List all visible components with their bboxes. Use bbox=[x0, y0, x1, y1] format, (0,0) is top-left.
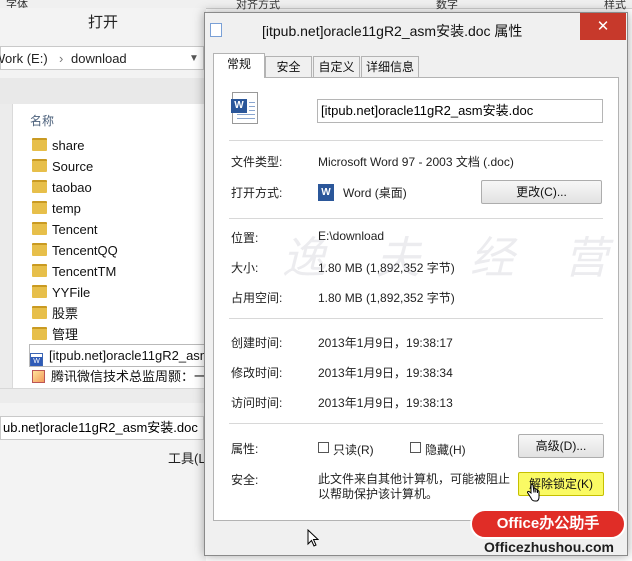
folder-icon bbox=[32, 327, 47, 340]
list-item[interactable]: temp bbox=[32, 198, 81, 219]
toolbar-strip bbox=[0, 78, 206, 104]
path-folder[interactable]: download bbox=[71, 51, 127, 66]
readonly-checkbox[interactable] bbox=[318, 442, 329, 453]
tab-general[interactable]: 常规 bbox=[213, 53, 265, 78]
path-drive[interactable]: Work (E:) bbox=[0, 51, 48, 66]
created-value: 2013年1月9日，19:38:17 bbox=[318, 336, 453, 350]
close-button[interactable]: ✕ bbox=[580, 13, 626, 40]
tab-details[interactable]: 详细信息 bbox=[361, 56, 419, 77]
divider bbox=[229, 140, 603, 141]
ribbon-group-label: 数字 bbox=[436, 0, 458, 11]
folder-icon bbox=[32, 138, 47, 151]
list-item[interactable]: 腾讯微信技术总监周颢：一亿 bbox=[32, 366, 206, 387]
security-text: 以帮助保护该计算机。 bbox=[318, 487, 439, 501]
word-doc-icon: W bbox=[30, 353, 43, 366]
filename-input[interactable]: ub.net]oracle11gR2_asm安装.doc bbox=[0, 416, 204, 440]
address-bar[interactable]: Work (E:) › download ▼ bbox=[0, 46, 204, 70]
divider bbox=[229, 218, 603, 219]
image-file-icon bbox=[32, 370, 45, 383]
attributes-label: 属性: bbox=[231, 442, 259, 456]
list-item-selected[interactable]: W[itpub.net]oracle11gR2_asm安装.doc bbox=[29, 344, 207, 367]
horizontal-scrollbar[interactable] bbox=[0, 388, 206, 403]
nav-pane-scrollbar[interactable] bbox=[0, 104, 13, 400]
location-label: 位置: bbox=[231, 231, 259, 245]
hand-cursor-icon bbox=[526, 484, 540, 502]
file-type-value: Microsoft Word 97 - 2003 文档 (.doc) bbox=[318, 155, 514, 169]
divider bbox=[229, 318, 603, 319]
tab-custom[interactable]: 自定义 bbox=[313, 56, 360, 77]
size-on-disk-label: 占用空间: bbox=[231, 291, 283, 305]
size-label: 大小: bbox=[231, 261, 259, 275]
modified-value: 2013年1月9日，19:38:34 bbox=[318, 366, 453, 380]
size-on-disk-value: 1.80 MB (1,892,352 字节) bbox=[318, 291, 455, 305]
file-type-label: 文件类型: bbox=[231, 155, 283, 169]
logo-url: Officezhushou.com bbox=[484, 539, 614, 555]
list-item[interactable]: taobao bbox=[32, 177, 92, 198]
folder-icon bbox=[32, 180, 47, 193]
dialog-title: [itpub.net]oracle11gR2_asm安装.doc 属性 bbox=[262, 23, 523, 39]
word-doc-icon: W bbox=[231, 92, 258, 124]
security-label: 安全: bbox=[231, 473, 259, 487]
open-dialog-title: 打开 bbox=[87, 14, 118, 31]
modified-label: 修改时间: bbox=[231, 366, 283, 380]
folder-icon bbox=[32, 306, 47, 319]
document-icon bbox=[210, 23, 222, 37]
divider bbox=[229, 423, 603, 424]
accessed-label: 访问时间: bbox=[231, 396, 283, 410]
chevron-down-icon[interactable]: ▼ bbox=[189, 53, 199, 64]
word-app-icon: W bbox=[318, 184, 334, 201]
created-label: 创建时间: bbox=[231, 336, 283, 350]
list-item[interactable]: Source bbox=[32, 156, 93, 177]
list-item[interactable]: TencentTM bbox=[32, 261, 116, 282]
list-item[interactable]: YYFile bbox=[32, 282, 90, 303]
arrow-cursor-icon bbox=[307, 529, 319, 547]
folder-icon bbox=[32, 222, 47, 235]
hidden-checkbox[interactable] bbox=[410, 442, 421, 453]
folder-icon bbox=[32, 264, 47, 277]
change-button[interactable]: 更改(C)... bbox=[481, 180, 602, 204]
ribbon-group-label: 样式 bbox=[604, 0, 626, 11]
list-item[interactable]: Tencent bbox=[32, 219, 98, 240]
folder-icon bbox=[32, 285, 47, 298]
list-item[interactable]: share bbox=[32, 135, 85, 156]
list-item[interactable]: TencentQQ bbox=[32, 240, 118, 261]
watermark: 逸 夫 经 营 bbox=[282, 233, 626, 284]
path-separator-icon: › bbox=[59, 51, 64, 66]
ribbon-group-label: 对齐方式 bbox=[236, 0, 280, 11]
tab-security[interactable]: 安全 bbox=[265, 56, 312, 77]
opens-with-label: 打开方式: bbox=[231, 186, 283, 200]
opens-with-value: Word (桌面) bbox=[343, 186, 407, 200]
column-header-name[interactable]: 名称 bbox=[30, 112, 54, 129]
folder-icon bbox=[32, 201, 47, 214]
folder-icon bbox=[32, 243, 47, 256]
office-assistant-logo: Office办公助手 bbox=[470, 509, 626, 539]
file-name-input[interactable]: [itpub.net]oracle11gR2_asm安装.doc bbox=[317, 99, 603, 123]
readonly-label[interactable]: 只读(R) bbox=[333, 441, 374, 458]
accessed-value: 2013年1月9日，19:38:13 bbox=[318, 396, 453, 410]
advanced-button[interactable]: 高级(D)... bbox=[518, 434, 604, 458]
hidden-label[interactable]: 隐藏(H) bbox=[425, 441, 466, 458]
list-item[interactable]: 管理 bbox=[32, 324, 78, 345]
folder-icon bbox=[32, 159, 47, 172]
list-item[interactable]: 股票 bbox=[32, 303, 78, 324]
